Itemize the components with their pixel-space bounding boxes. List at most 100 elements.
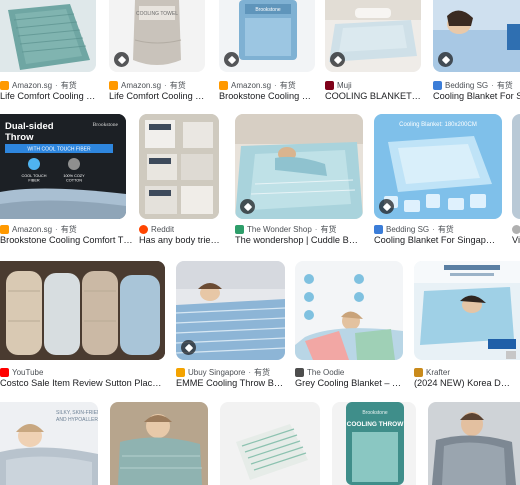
result-card[interactable]: Muji COOLING BLANKET … [325, 0, 421, 104]
result-title[interactable]: The wondershop | Cuddle Bed… [235, 235, 361, 248]
result-card[interactable]: Ubuy Singapore · 有货 EMME Cooling Throw B… [176, 261, 285, 391]
result-image[interactable] [0, 0, 96, 72]
svg-text:AND HYPOALLERGENIC: AND HYPOALLERGENIC [56, 417, 98, 423]
result-card[interactable]: Cooling Blanket: 180x200CM Bedding SG · … [374, 114, 502, 248]
result-title[interactable]: (2024 NEW) Korea D… [414, 378, 520, 391]
product-tag-icon [438, 52, 453, 67]
stock-badge: 有货 [437, 224, 454, 234]
result-source[interactable]: Amazon.sg · 有货 [109, 79, 186, 91]
result-source[interactable]: Reddit [139, 223, 174, 235]
result-title[interactable]: Cooling Blanket For Singapore… [374, 235, 500, 248]
source-favicon [433, 80, 442, 90]
result-title[interactable]: Vi [512, 235, 520, 248]
result-image[interactable]: SILKY, SKIN-FRIENDLY AND HYPOALLERGENIC [0, 402, 98, 485]
result-card[interactable]: Dual-sided Throw Brookstone WITH COOL TO… [0, 114, 133, 248]
result-image[interactable] [512, 114, 520, 219]
result-image[interactable]: Brookstone COOLING THROW [332, 402, 416, 485]
result-image[interactable] [414, 261, 520, 360]
svg-text:FIBER: FIBER [28, 179, 39, 183]
result-image[interactable]: Brookstone [219, 0, 315, 72]
result-card[interactable]: Bedding SG · 有货 Cooling Blanket For Si [433, 0, 520, 104]
result-card[interactable]: Brookstone Amazon.sg · 有货 Brookstone Coo… [219, 0, 315, 104]
source-name: The Wonder Shop [247, 224, 312, 234]
result-image[interactable]: COOLING TOWEL [109, 0, 205, 72]
result-title[interactable]: Brookstone Cooling Comfort T… [0, 235, 134, 248]
result-card[interactable]: YouTube Costco Sale Item Review Sutton P… [0, 261, 165, 391]
result-image[interactable]: Dual-sided Throw Brookstone WITH COOL TO… [0, 114, 126, 219]
result-source[interactable]: YouTube [0, 366, 43, 378]
source-name: Amazon.sg [121, 80, 162, 90]
result-image[interactable] [325, 0, 421, 72]
svg-text:Dual-sided: Dual-sided [5, 121, 54, 132]
result-source[interactable]: Ubuy Singapore · 有货 [176, 366, 270, 378]
result-source[interactable]: Bedding SG · 有货 [374, 223, 454, 235]
result-card[interactable]: Amazon.sg · 有货 Life Comfort Cooling T… [0, 0, 96, 104]
result-image[interactable] [235, 114, 363, 219]
result-card[interactable]: COOLING TOWEL Amazon.sg · 有货 Life Comfor… [109, 0, 209, 104]
result-source[interactable]: Krafter [414, 366, 450, 378]
result-title[interactable]: Costco Sale Item Review Sutton Place C… [0, 378, 165, 391]
product-tag-icon [181, 340, 196, 355]
result-title[interactable]: EMME Cooling Throw Bl… [176, 378, 285, 391]
result-source[interactable] [512, 223, 520, 235]
result-title[interactable]: Has any body tried… [139, 235, 221, 248]
result-image[interactable] [428, 402, 520, 485]
source-name: Muji [337, 80, 352, 90]
result-card[interactable]: The Wonder Shop · 有货 The wondershop | Cu… [235, 114, 363, 248]
result-title[interactable]: Life Comfort Cooling T… [0, 91, 96, 104]
source-favicon [325, 80, 334, 90]
source-favicon [109, 80, 118, 90]
stock-badge: 有货 [254, 367, 271, 377]
result-card[interactable]: Brookstone COOLING THROW [332, 402, 416, 485]
result-image[interactable] [139, 114, 219, 219]
result-source[interactable]: The Wonder Shop · 有货 [235, 223, 336, 235]
result-card[interactable]: SILKY, SKIN-FRIENDLY AND HYPOALLERGENIC [0, 402, 98, 485]
result-card[interactable]: The Oodie Grey Cooling Blanket – T… [295, 261, 403, 391]
stock-badge: 有货 [320, 224, 337, 234]
result-image[interactable] [0, 261, 165, 360]
source-name: The Oodie [307, 367, 345, 377]
result-title[interactable]: COOLING BLANKET … [325, 91, 421, 104]
result-source[interactable]: Amazon.sg · 有货 [219, 79, 296, 91]
result-title[interactable]: Cooling Blanket For Si [433, 91, 520, 104]
result-image[interactable] [295, 261, 403, 360]
source-name: Krafter [426, 367, 451, 377]
stock-badge: 有货 [60, 80, 77, 90]
svg-text:SILKY, SKIN-FRIENDLY: SILKY, SKIN-FRIENDLY [56, 410, 98, 416]
svg-text:COOLING TOWEL: COOLING TOWEL [136, 11, 178, 17]
product-tag-icon [240, 199, 255, 214]
source-favicon [512, 224, 520, 234]
source-favicon [0, 367, 9, 377]
svg-text:Throw: Throw [5, 132, 34, 143]
result-image[interactable]: Cooling Blanket: 180x200CM [374, 114, 502, 219]
result-card[interactable] [110, 402, 208, 485]
result-source[interactable]: Amazon.sg · 有货 [0, 223, 77, 235]
result-card[interactable] [220, 402, 320, 485]
result-image[interactable] [110, 402, 208, 485]
result-title[interactable]: Life Comfort Cooling T… [109, 91, 209, 104]
result-title[interactable]: Brookstone Cooling C… [219, 91, 315, 104]
svg-text:COTTON: COTTON [66, 179, 82, 183]
source-name: YouTube [12, 367, 44, 377]
source-name: Reddit [151, 224, 175, 234]
result-source[interactable]: Bedding SG · 有货 [433, 79, 513, 91]
result-source[interactable]: Muji [325, 79, 352, 91]
svg-text:Brookstone: Brookstone [255, 7, 281, 13]
source-name: Bedding SG [445, 80, 489, 90]
product-tag-icon [114, 52, 129, 67]
result-source[interactable]: The Oodie [295, 366, 344, 378]
source-favicon [219, 80, 228, 90]
result-card[interactable]: Vi [512, 114, 520, 248]
result-card[interactable]: Reddit Has any body tried… [139, 114, 221, 248]
svg-text:COOL TOUCH: COOL TOUCH [21, 174, 46, 178]
result-card[interactable] [428, 402, 520, 485]
result-card[interactable]: Krafter (2024 NEW) Korea D… [414, 261, 520, 391]
svg-text:COOLING THROW: COOLING THROW [347, 421, 405, 428]
result-image[interactable] [433, 0, 520, 72]
product-tag-icon [379, 199, 394, 214]
result-title[interactable]: Grey Cooling Blanket – T… [295, 378, 403, 391]
result-image[interactable] [220, 402, 320, 485]
result-image[interactable] [176, 261, 285, 360]
svg-text:Brookstone: Brookstone [362, 410, 388, 416]
result-source[interactable]: Amazon.sg · 有货 [0, 79, 77, 91]
